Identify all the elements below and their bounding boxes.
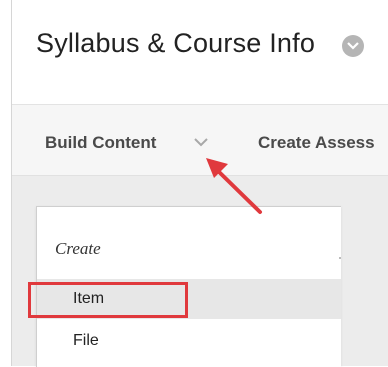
create-assessment-button[interactable]: Create Assess (258, 133, 375, 153)
build-content-chevron-icon[interactable] (194, 138, 208, 147)
menu-divider-mark (339, 257, 341, 259)
menu-item-label: File (73, 332, 99, 349)
page-title: Syllabus & Course Info (36, 28, 316, 58)
menu-heading: Create (55, 239, 101, 258)
title-chevron-down-icon[interactable] (342, 35, 364, 57)
annotation-arrow-icon (206, 158, 262, 214)
menu-item-file[interactable]: File (37, 321, 341, 361)
item-highlight-box (28, 282, 188, 318)
page-header: Syllabus & Course Info (12, 0, 388, 105)
build-content-button[interactable]: Build Content (45, 133, 156, 153)
